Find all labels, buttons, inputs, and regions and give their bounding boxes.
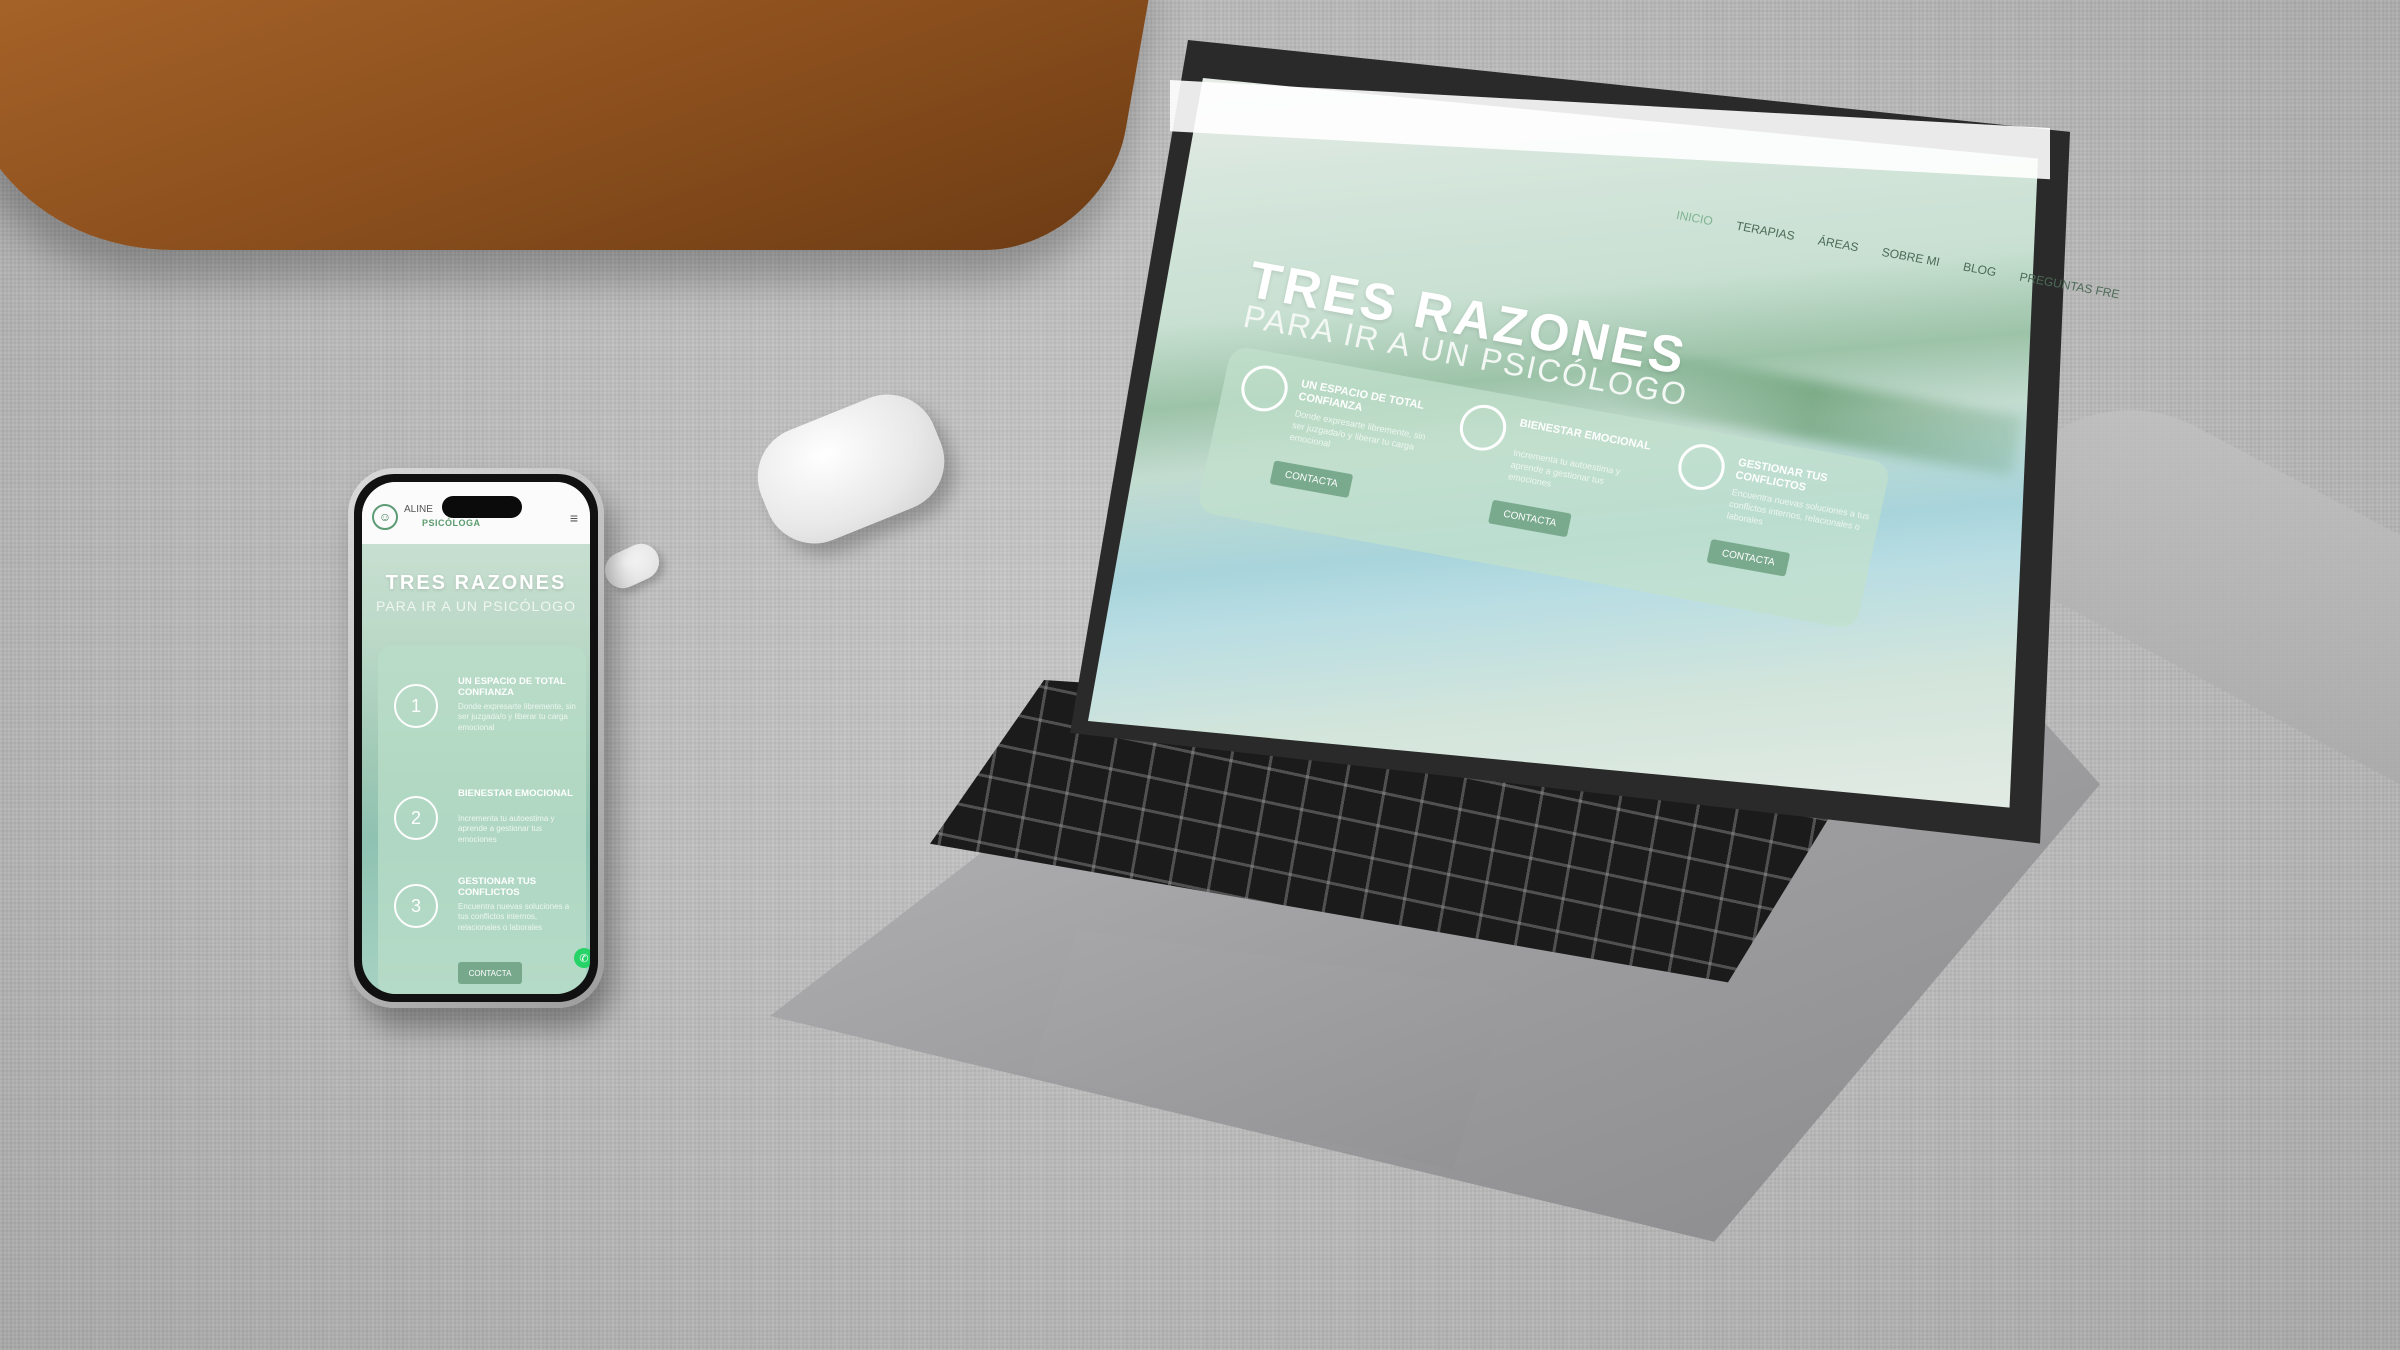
phone-reason-3: 3 GESTIONAR TUS CONFLICTOS Encuentra nue… <box>394 876 580 956</box>
reason-number: 1 <box>394 684 438 728</box>
phone-hero-subtitle: PARA IR A UN PSICÓLOGO <box>376 598 576 614</box>
brown-pillow <box>0 0 1156 250</box>
phone-hero-title: TRES RAZONES <box>385 572 567 594</box>
phone-reason-1: 1 UN ESPACIO DE TOTAL CONFIANZA Donde ex… <box>394 676 580 756</box>
phone-reason-title: UN ESPACIO DE TOTAL CONFIANZA <box>458 676 566 699</box>
phone-reason-title: BIENESTAR EMOCIONAL <box>458 788 573 799</box>
laptop-reason-text: Incrementa tu autoestima y aprende a ges… <box>1507 447 1622 489</box>
phone-reasons-card: 1 UN ESPACIO DE TOTAL CONFIANZA Donde ex… <box>378 646 586 994</box>
logo-icon[interactable]: ☺ <box>372 504 398 530</box>
brand-name: ALINE <box>404 504 433 515</box>
airpod-earbud <box>599 537 665 595</box>
phone-bezel: ☺ ALINE PSICÓLOGA ≡ TRES RAZONES PARA IR… <box>354 474 598 1002</box>
contacta-button[interactable]: CONTACTA <box>1269 460 1354 498</box>
phone-reason-2: 2 BIENESTAR EMOCIONAL Incrementa tu auto… <box>394 788 580 868</box>
contacta-button[interactable]: CONTACTA <box>458 962 522 984</box>
contacta-button[interactable]: CONTACTA <box>1706 538 1791 577</box>
reason-circle-icon <box>1674 440 1730 494</box>
reason-number: 2 <box>394 796 438 840</box>
airpods-case <box>742 379 960 559</box>
phone-reason-text: Encuentra nuevas soluciones a tus confli… <box>458 902 570 932</box>
phone-reason-text: Incrementa tu autoestima y aprende a ges… <box>458 814 555 844</box>
contacta-button[interactable]: CONTACTA <box>1487 499 1572 538</box>
phone-screen: ☺ ALINE PSICÓLOGA ≡ TRES RAZONES PARA IR… <box>362 482 590 994</box>
reason-circle-icon <box>1455 401 1511 455</box>
whatsapp-icon[interactable]: ✆ <box>574 948 590 968</box>
phone-reason-text: Donde expresarte libremente, sin ser juz… <box>458 702 576 732</box>
hamburger-icon[interactable]: ≡ <box>570 510 578 526</box>
reason-circle-icon <box>1237 361 1293 416</box>
phone-reason-title: GESTIONAR TUS CONFLICTOS <box>458 876 537 899</box>
brand-role: PSICÓLOGA <box>422 518 481 528</box>
reason-number: 3 <box>394 884 438 928</box>
smartphone: ☺ ALINE PSICÓLOGA ≡ TRES RAZONES PARA IR… <box>348 468 604 1008</box>
dynamic-island <box>442 496 522 518</box>
